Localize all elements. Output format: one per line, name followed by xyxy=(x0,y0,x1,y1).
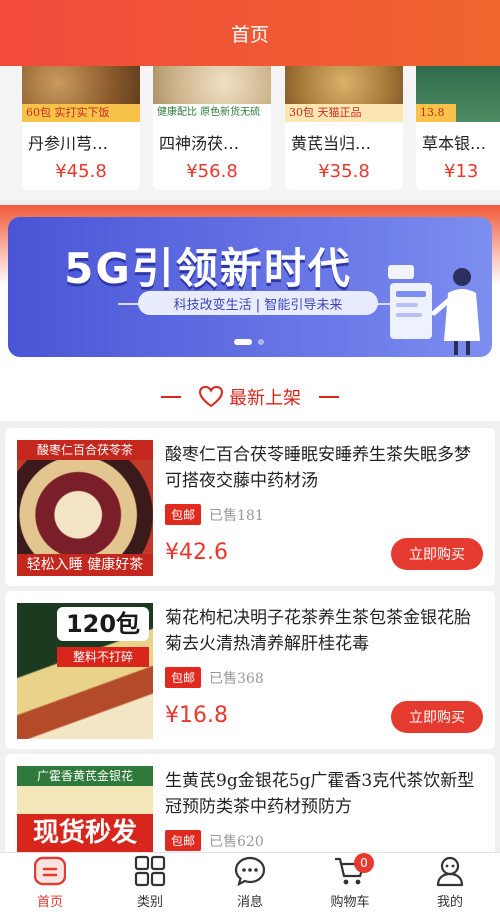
tab-category[interactable]: 类别 xyxy=(100,853,200,914)
cart-count-badge: 0 xyxy=(354,853,374,873)
image-caption-top: 广霍香黄芪金银花 xyxy=(17,766,153,786)
product-thumbnail: 13.8 xyxy=(416,66,500,122)
title-dash xyxy=(161,396,181,398)
image-caption-bottom: 现货秒发 xyxy=(17,814,153,852)
product-title[interactable]: 生黄芪9g金银花5g广霍香3克代茶饮新型冠预防类茶中药材预防方 xyxy=(165,768,485,820)
product-card[interactable]: 120包 整料不打碎 菊花枸杞决明子花茶养生茶包茶金银花胎菊去火清热清养解肝桂花… xyxy=(5,591,495,749)
product-title[interactable]: 菊花枸杞决明子花茶养生茶包茶金银花胎菊去火清热清养解肝桂花毒 xyxy=(165,605,485,657)
tab-cart[interactable]: 0 购物车 xyxy=(300,853,400,914)
header-bar: 首页 xyxy=(0,0,500,66)
banner-section: 5G引领新时代 科技改变生活 | 智能引导未来 xyxy=(0,205,500,373)
image-caption-bottom: 整料不打碎 xyxy=(57,647,149,667)
title-dash xyxy=(319,396,339,398)
buy-now-button[interactable]: 立即购买 xyxy=(391,538,483,570)
sold-count: 已售620 xyxy=(209,834,264,850)
tab-label: 消息 xyxy=(236,895,263,910)
free-shipping-badge: 包邮 xyxy=(165,667,202,688)
tab-messages[interactable]: 消息 xyxy=(200,853,300,914)
product-card[interactable]: 酸枣仁百合茯苓茶 轻松入睡 健康好茶 酸枣仁百合茯苓睡眠安睡养生茶失眠多梦可搭夜… xyxy=(5,428,495,586)
top-product-card[interactable]: 30包 天猫正品 黄芪当归… ¥35.8 xyxy=(285,66,403,190)
tab-label: 购物车 xyxy=(330,895,370,910)
banner-headline: 5G引领新时代 xyxy=(64,244,352,293)
section-title: 最新上架 xyxy=(229,388,301,409)
product-price: ¥16.8 xyxy=(165,703,228,728)
thumb-caption: 健康配比 原色新货无硫 xyxy=(153,104,271,122)
banner-divider xyxy=(118,303,140,305)
heart-icon xyxy=(199,386,223,408)
tab-label: 我的 xyxy=(436,895,463,910)
product-image: 广霍香黄芪金银花 现货秒发 xyxy=(17,766,153,852)
top-product-card[interactable]: 健康配比 原色新货无硫 四神汤茯… ¥56.8 xyxy=(153,66,271,190)
product-card[interactable]: 广霍香黄芪金银花 现货秒发 生黄芪9g金银花5g广霍香3克代茶饮新型冠预防类茶中… xyxy=(5,754,495,852)
sold-count: 已售368 xyxy=(209,671,264,687)
page-title: 首页 xyxy=(230,23,269,46)
promo-banner[interactable]: 5G引领新时代 科技改变生活 | 智能引导未来 xyxy=(8,217,492,357)
image-caption-top: 120包 xyxy=(57,607,149,641)
top-products-carousel[interactable]: 60包 实打实下饭 丹参川芎… ¥45.8 健康配比 原色新货无硫 四神汤茯… … xyxy=(0,66,500,200)
product-thumbnail: 60包 实打实下饭 xyxy=(22,66,140,122)
product-name: 四神汤茯… xyxy=(159,134,240,153)
product-price: ¥56.8 xyxy=(186,161,238,182)
buy-now-button[interactable]: 立即购买 xyxy=(391,701,483,733)
free-shipping-badge: 包邮 xyxy=(165,504,202,525)
carousel-indicator[interactable] xyxy=(234,339,264,345)
product-price: ¥45.8 xyxy=(55,161,107,182)
section-header-new-arrivals: 最新上架 xyxy=(0,373,500,421)
thumb-caption: 30包 天猫正品 xyxy=(285,104,403,122)
tab-home[interactable]: 首页 xyxy=(0,853,100,914)
free-shipping-badge: 包邮 xyxy=(165,830,202,851)
top-product-card[interactable]: 60包 实打实下饭 丹参川芎… ¥45.8 xyxy=(22,66,140,190)
tab-label: 首页 xyxy=(36,895,63,910)
doctor-illustration-icon xyxy=(388,265,480,355)
home-icon xyxy=(33,854,67,888)
product-image: 120包 整料不打碎 xyxy=(17,603,153,739)
product-image: 酸枣仁百合茯苓茶 轻松入睡 健康好茶 xyxy=(17,440,153,576)
product-name: 黄芪当归… xyxy=(291,134,372,153)
product-name: 草本银… xyxy=(422,134,487,153)
tab-profile[interactable]: 我的 xyxy=(400,853,500,914)
product-name: 丹参川芎… xyxy=(28,134,109,153)
sold-count: 已售181 xyxy=(209,508,264,524)
product-thumbnail: 健康配比 原色新货无硫 xyxy=(153,66,271,122)
product-price: ¥42.6 xyxy=(165,540,228,565)
thumb-caption: 13.8 xyxy=(416,104,456,122)
top-product-card[interactable]: 13.8 草本银… ¥13 xyxy=(416,66,500,190)
product-thumbnail: 30包 天猫正品 xyxy=(285,66,403,122)
thumb-caption: 60包 实打实下饭 xyxy=(22,104,140,122)
image-caption-bottom: 轻松入睡 健康好茶 xyxy=(17,554,153,576)
image-caption-top: 酸枣仁百合茯苓茶 xyxy=(17,440,153,460)
tab-label: 类别 xyxy=(136,895,163,910)
product-price: ¥13 xyxy=(444,161,479,182)
product-price: ¥35.8 xyxy=(318,161,370,182)
chat-icon xyxy=(233,854,267,888)
grid-icon xyxy=(133,854,167,888)
bottom-tab-bar: 首页 类别 消息 0 购物车 我的 xyxy=(0,852,500,914)
carousel-dot[interactable] xyxy=(234,339,252,345)
carousel-dot[interactable] xyxy=(258,339,264,345)
banner-subline: 科技改变生活 | 智能引导未来 xyxy=(138,291,378,315)
product-title[interactable]: 酸枣仁百合茯苓睡眠安睡养生茶失眠多梦可搭夜交藤中药材汤 xyxy=(165,442,485,494)
user-icon xyxy=(433,854,467,888)
